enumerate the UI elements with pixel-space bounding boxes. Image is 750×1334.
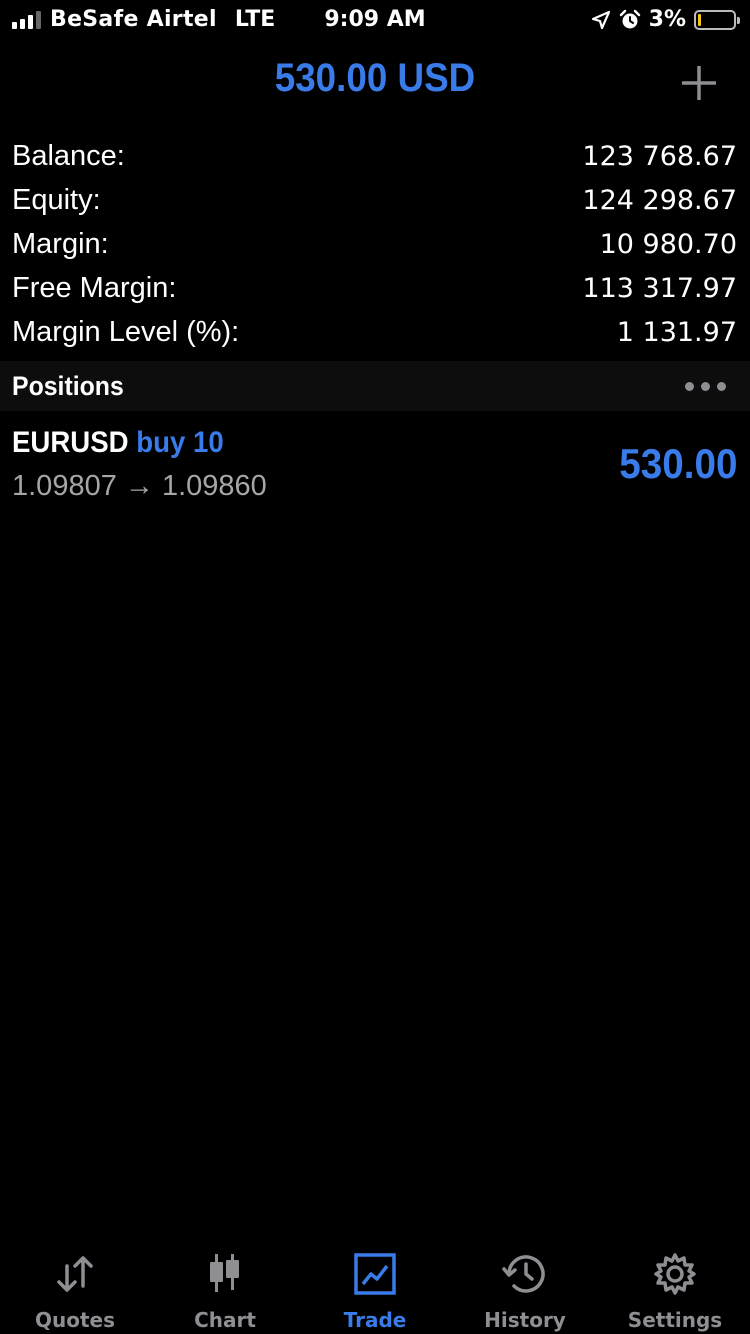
position-prices: 1.09807 → 1.09860 [12,470,267,502]
account-summary: Balance: 123 768.67 Equity: 124 298.67 M… [0,134,750,354]
trade-chart-icon [354,1253,396,1295]
tab-history-label: History [484,1308,566,1332]
equity-value: 124 298.67 [582,184,737,216]
free-margin-label: Free Margin: [12,271,177,304]
tab-chart-label: Chart [194,1308,256,1332]
position-item[interactable]: EURUSD buy 10 1.09807 → 1.09860 530.00 [0,412,750,512]
position-title: EURUSD buy 10 [12,426,224,460]
tab-bar: Quotes Chart Trade History Settings [0,1240,750,1334]
add-order-button[interactable] [680,64,718,102]
quotes-arrows-icon [57,1256,93,1292]
tab-settings[interactable]: Settings [600,1240,750,1334]
balance-value: 123 768.67 [582,140,737,172]
free-margin-value: 113 317.97 [582,272,737,304]
gear-icon [654,1253,696,1295]
location-arrow-icon [591,10,610,29]
equity-row: Equity: 124 298.67 [0,178,750,222]
status-bar: BeSafe Airtel LTE 9:09 AM 3% [0,0,750,40]
candlestick-icon [210,1254,239,1292]
position-symbol: EURUSD [12,426,129,459]
margin-level-value: 1 131.97 [616,316,737,348]
position-profit: 530.00 [618,440,737,487]
positions-section-header: Positions [0,361,750,411]
alarm-clock-icon [619,9,640,28]
more-dots-icon [685,381,694,391]
margin-value: 10 980.70 [599,228,737,260]
tab-quotes[interactable]: Quotes [0,1240,150,1334]
profit-total-title: 530.00 USD [274,56,476,100]
tab-settings-label: Settings [627,1308,723,1332]
margin-level-label: Margin Level (%): [12,315,240,348]
balance-row: Balance: 123 768.67 [0,134,750,178]
tab-trade[interactable]: Trade [300,1240,450,1334]
equity-label: Equity: [12,183,101,216]
more-options-button[interactable] [685,381,726,391]
positions-title: Positions [12,370,124,401]
tab-quotes-label: Quotes [34,1308,115,1332]
plus-icon [682,66,716,100]
battery-percent: 3% [648,7,686,32]
margin-level-row: Margin Level (%): 1 131.97 [0,310,750,354]
history-clock-icon [502,1255,545,1293]
balance-label: Balance: [12,139,125,172]
status-bar-right: 3% [591,7,740,32]
margin-row: Margin: 10 980.70 [0,222,750,266]
tab-chart[interactable]: Chart [150,1240,300,1334]
position-type: buy 10 [136,426,224,459]
tab-history[interactable]: History [450,1240,600,1334]
battery-icon [694,9,740,30]
tab-trade-label: Trade [343,1308,407,1332]
free-margin-row: Free Margin: 113 317.97 [0,266,750,310]
margin-label: Margin: [12,227,109,260]
